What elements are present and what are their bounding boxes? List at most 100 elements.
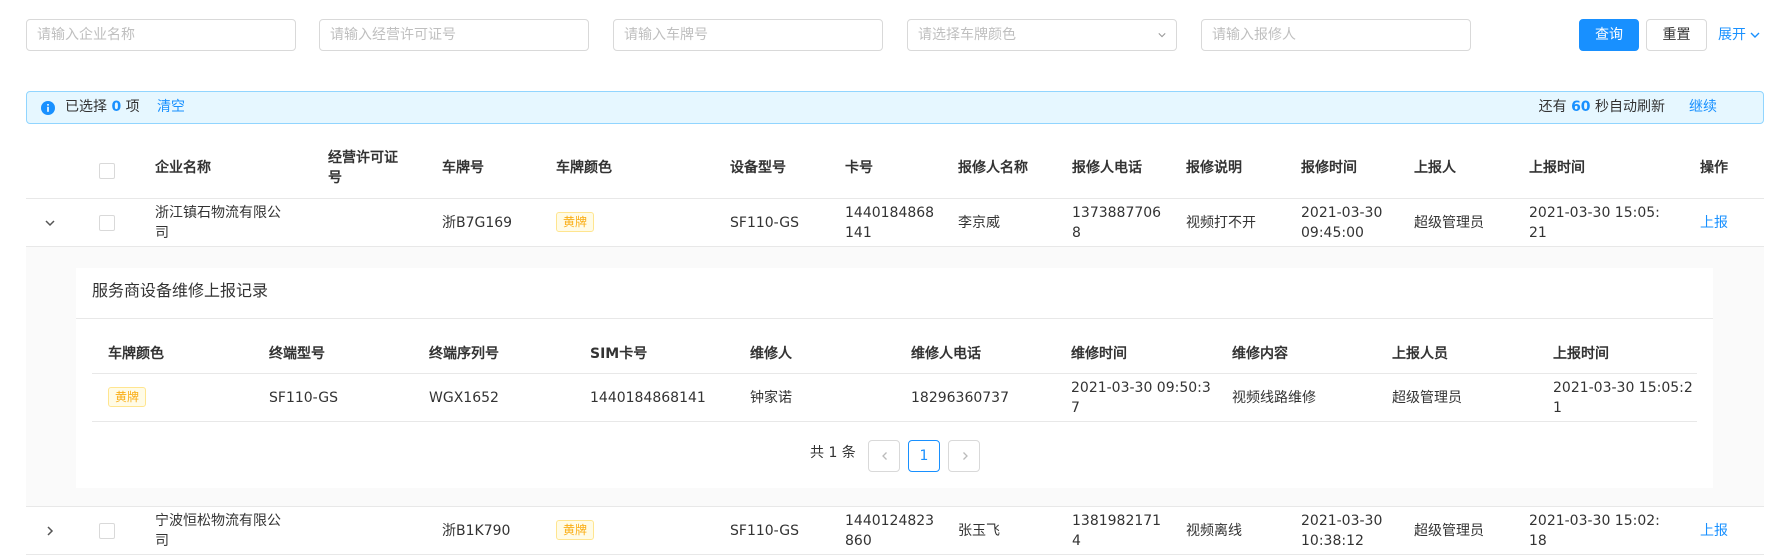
report-action-link[interactable]: 上报 <box>1700 213 1728 233</box>
row-repair-time-line1: 2021-03-30 <box>1301 513 1383 529</box>
row-card-line2: 860 <box>845 533 872 549</box>
row-reporter: 张玉飞 <box>958 523 1000 539</box>
company-name-input[interactable] <box>26 19 296 51</box>
chevron-down-icon <box>1750 32 1760 38</box>
selection-alert: 已选择 0 项 清空 还有 60 秒自动刷新 继续 <box>26 91 1764 124</box>
info-icon <box>41 101 55 115</box>
row-device: SF110-GS <box>730 523 799 539</box>
row-phone-line1: 1381982171 <box>1072 513 1162 529</box>
col-plate-color: 车牌颜色 <box>556 160 612 176</box>
continue-refresh-link[interactable]: 继续 <box>1689 92 1717 123</box>
plate-color-select-placeholder: 请选择车牌颜色 <box>918 27 1016 43</box>
pager-next-button[interactable] <box>948 440 980 472</box>
selected-count: 0 <box>111 99 122 115</box>
sub-repairer: 钟家诺 <box>750 390 792 406</box>
reset-button[interactable]: 重置 <box>1646 19 1707 51</box>
query-button[interactable]: 查询 <box>1579 19 1639 51</box>
col-plate: 车牌号 <box>442 160 484 176</box>
pager-prev-button[interactable] <box>868 440 900 472</box>
table-header: 企业名称 经营许可证 号 车牌号 车牌颜色 设备型号 卡号 报修人名称 报修人电… <box>26 138 1764 199</box>
report-action-link[interactable]: 上报 <box>1700 521 1728 541</box>
row-company-line1: 浙江镇石物流有限公 <box>155 205 281 221</box>
filter-bar: 请选择车牌颜色 查询 重置 展开 <box>26 19 1772 51</box>
subtable-header: 车牌颜色 终端型号 终端序列号 SIM卡号 维修人 维修人电话 维修时间 维修内… <box>92 341 1697 374</box>
row-repair-time-line2: 10:38:12 <box>1301 533 1364 549</box>
col-action: 操作 <box>1700 160 1728 176</box>
row-card-line1: 1440124823 <box>845 513 935 529</box>
auto-refresh-text: 还有 60 秒自动刷新 <box>1539 92 1665 123</box>
col-card: 卡号 <box>845 160 873 176</box>
refresh-prefix: 还有 <box>1538 99 1567 115</box>
chevron-right-icon <box>963 452 968 460</box>
row-phone-line1: 1373887706 <box>1072 205 1162 221</box>
col-license-line2: 号 <box>328 170 342 186</box>
subcol-sim: SIM卡号 <box>590 346 648 362</box>
subcol-repairer-phone: 维修人电话 <box>911 346 981 362</box>
sub-submit-time-line2: 1 <box>1553 400 1562 416</box>
row-submitter: 超级管理员 <box>1414 215 1484 231</box>
col-submitter: 上报人 <box>1414 160 1456 176</box>
row-company-line2: 司 <box>155 225 169 241</box>
sub-submit-time: 2021-03-30 15:05:2 1 <box>1553 378 1693 418</box>
col-device: 设备型号 <box>730 160 786 176</box>
clear-selection-link[interactable]: 清空 <box>157 92 185 123</box>
row-checkbox[interactable] <box>99 523 115 539</box>
sub-submitter: 超级管理员 <box>1392 390 1462 406</box>
row-phone-line2: 8 <box>1072 225 1081 241</box>
chevron-right-icon[interactable] <box>43 524 57 538</box>
row-plate-color: 黄牌 <box>556 520 595 540</box>
refresh-suffix: 秒自动刷新 <box>1595 99 1665 115</box>
chevron-down-icon[interactable] <box>43 216 57 230</box>
row-repair-time-line2: 09:45:00 <box>1301 225 1364 241</box>
row-submit-time-line1: 2021-03-30 15:02: <box>1529 513 1660 529</box>
sub-repair-time-line1: 2021-03-30 09:50:3 <box>1071 380 1211 396</box>
row-reporter: 李京威 <box>958 215 1000 231</box>
plate-color-select[interactable]: 请选择车牌颜色 <box>907 19 1177 51</box>
col-company: 企业名称 <box>155 160 211 176</box>
row-repair-time: 2021-03-30 09:45:00 <box>1301 203 1382 243</box>
license-number-input[interactable] <box>319 19 589 51</box>
row-card-line2: 141 <box>845 225 872 241</box>
row-plate: 浙B7G169 <box>442 215 513 231</box>
col-description: 报修说明 <box>1186 160 1242 176</box>
row-reporter-phone: 1373887706 8 <box>1072 203 1161 243</box>
subcol-plate-color: 车牌颜色 <box>108 346 164 362</box>
selected-prefix: 已选择 <box>65 99 107 115</box>
row-checkbox[interactable] <box>99 215 115 231</box>
reporter-input[interactable] <box>1201 19 1471 51</box>
row-description: 视频打不开 <box>1186 215 1256 231</box>
sub-repair-time-line2: 7 <box>1071 400 1080 416</box>
row-repair-time-line1: 2021-03-30 <box>1301 205 1383 221</box>
sub-submit-time-line1: 2021-03-30 15:05:2 <box>1553 380 1693 396</box>
pager-page-button[interactable]: 1 <box>908 440 940 472</box>
row-company: 浙江镇石物流有限公 司 <box>155 203 281 243</box>
subcol-submit-time: 上报时间 <box>1553 346 1609 362</box>
row-card: 1440184868 141 <box>845 203 934 243</box>
chevron-down-icon <box>1158 33 1166 38</box>
row-card-line1: 1440184868 <box>845 205 935 221</box>
row-company-line2: 司 <box>155 533 169 549</box>
card-divider <box>76 318 1713 319</box>
row-company: 宁波恒松物流有限公 司 <box>155 511 281 551</box>
row-description: 视频离线 <box>1186 523 1242 539</box>
row-repair-time: 2021-03-30 10:38:12 <box>1301 511 1382 551</box>
col-reporter: 报修人名称 <box>958 160 1028 176</box>
subcol-submitter: 上报人员 <box>1392 346 1448 362</box>
table-row: 浙江镇石物流有限公 司 浙B7G169 黄牌 SF110-GS 14401848… <box>26 199 1764 247</box>
col-submit-time: 上报时间 <box>1529 160 1585 176</box>
select-all-checkbox[interactable] <box>99 163 115 179</box>
row-submit-time: 2021-03-30 15:02: 18 <box>1529 511 1660 551</box>
col-reporter-phone: 报修人电话 <box>1072 160 1142 176</box>
subcol-content: 维修内容 <box>1232 346 1288 362</box>
chevron-left-icon <box>882 452 887 460</box>
subcol-terminal-model: 终端型号 <box>269 346 325 362</box>
sub-content: 视频线路维修 <box>1232 390 1316 406</box>
row-device: SF110-GS <box>730 215 799 231</box>
sub-terminal-model: SF110-GS <box>269 390 338 406</box>
sub-terminal-serial: WGX1652 <box>429 390 499 406</box>
plate-number-input[interactable] <box>613 19 883 51</box>
row-phone-line2: 4 <box>1072 533 1081 549</box>
sub-sim: 1440184868141 <box>590 390 706 406</box>
expand-filters-link[interactable]: 展开 <box>1718 19 1760 51</box>
row-submit-time-line2: 21 <box>1529 225 1547 241</box>
